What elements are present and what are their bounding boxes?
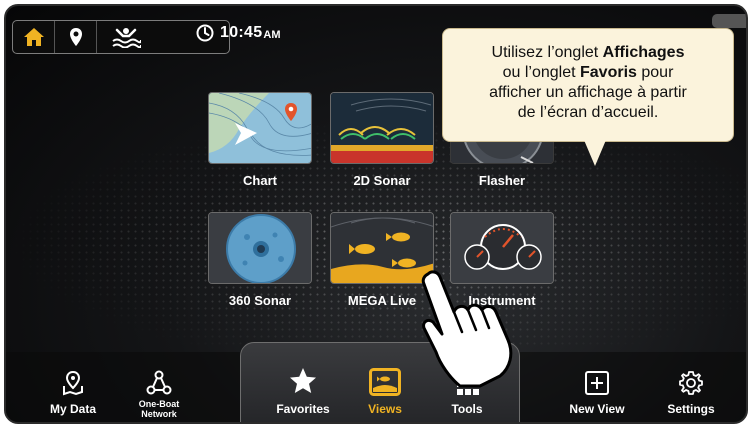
nav-label: One-Boat Network — [138, 399, 180, 419]
clock-ampm: AM — [263, 28, 281, 41]
man-overboard-icon — [112, 28, 141, 48]
chart-thumbnail — [208, 92, 312, 164]
tooltip-line-4: de l’écran d’accueil. — [517, 104, 659, 121]
tooltip-line-1: Utilisez l’onglet Affichages — [491, 44, 685, 61]
tile-label: 2D Sonar — [353, 173, 411, 188]
tile-chart[interactable]: Chart — [208, 92, 312, 188]
home-button[interactable] — [13, 21, 55, 53]
nav-label: Views — [368, 402, 402, 416]
clock: 10:45 AM — [196, 24, 281, 42]
nav-one-boat-network[interactable]: One-Boat Network — [114, 362, 204, 419]
2d-sonar-thumbnail — [330, 92, 434, 164]
gear-icon — [679, 371, 703, 395]
360-sonar-thumbnail — [208, 212, 312, 284]
help-tooltip: Utilisez l’onglet Affichages ou l’onglet… — [442, 28, 734, 142]
views-icon — [369, 368, 401, 396]
tile-label: 360 Sonar — [228, 293, 292, 308]
man-overboard-button[interactable] — [97, 21, 155, 53]
nav-label: Settings — [667, 402, 715, 416]
waypoint-icon — [69, 28, 82, 46]
add-icon — [585, 371, 609, 395]
tile-360-sonar[interactable]: 360 Sonar — [208, 212, 312, 308]
nav-favorites[interactable]: Favorites — [258, 362, 348, 416]
clock-icon — [196, 24, 214, 42]
nav-label: New View — [569, 402, 625, 416]
home-icon — [23, 28, 44, 46]
tooltip-line-2: ou l’onglet Favoris pour — [502, 64, 674, 81]
nav-label: Favorites — [276, 402, 330, 416]
my-data-icon — [63, 370, 83, 396]
waypoint-button[interactable] — [55, 21, 97, 53]
nav-settings[interactable]: Settings — [646, 362, 736, 416]
nav-label: Tools — [451, 402, 483, 416]
star-icon — [290, 368, 316, 393]
corner-tab[interactable] — [712, 14, 746, 28]
tile-label: Chart — [243, 173, 277, 188]
pointing-hand-icon — [421, 270, 513, 388]
network-icon — [146, 370, 172, 395]
nav-new-view[interactable]: New View — [552, 362, 642, 416]
clock-time: 10:45 — [220, 24, 263, 41]
nav-my-data[interactable]: My Data — [28, 362, 118, 416]
tile-2d-sonar[interactable]: 2D Sonar — [330, 92, 434, 188]
tooltip-tail — [584, 140, 606, 166]
tooltip-line-3: afficher un affichage à partir — [489, 84, 687, 101]
nav-label: My Data — [49, 402, 96, 416]
device-screen: 10:45 AM Chart 2D Sonar Flasher 360 Sona… — [4, 4, 748, 424]
tile-label: Flasher — [478, 173, 526, 188]
